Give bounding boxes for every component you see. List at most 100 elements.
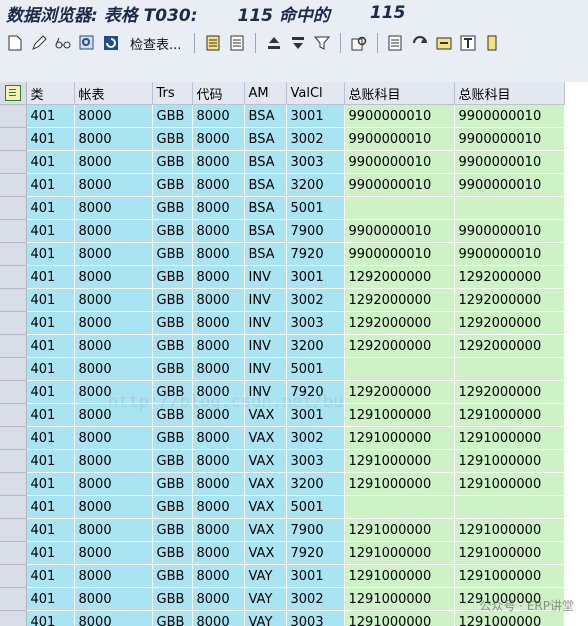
- row-selector[interactable]: [0, 196, 27, 220]
- table-cell[interactable]: GBB: [152, 357, 193, 381]
- table-cell[interactable]: 8000: [74, 288, 153, 312]
- details-icon[interactable]: [204, 34, 222, 52]
- row-selector[interactable]: [0, 564, 27, 588]
- table-cell[interactable]: 9900000010: [454, 242, 565, 266]
- table-cell[interactable]: 1291000000: [454, 518, 565, 542]
- table-cell[interactable]: 401: [26, 610, 75, 626]
- table-cell[interactable]: 401: [26, 196, 75, 220]
- table-cell[interactable]: 401: [26, 495, 75, 519]
- table-cell[interactable]: 1291000000: [344, 403, 455, 427]
- table-cell[interactable]: INV: [244, 311, 287, 335]
- table-cell[interactable]: 401: [26, 311, 75, 335]
- row-selector[interactable]: [0, 495, 27, 519]
- table-cell[interactable]: 1292000000: [454, 288, 565, 312]
- table-cell[interactable]: 8000: [74, 472, 153, 496]
- row-selector[interactable]: [0, 334, 27, 358]
- table-cell[interactable]: 8000: [192, 196, 245, 220]
- table-cell[interactable]: 9900000010: [454, 104, 565, 128]
- table-cell[interactable]: 3200: [286, 334, 345, 358]
- select-all-button[interactable]: [0, 82, 27, 105]
- table-cell[interactable]: 8000: [74, 173, 153, 197]
- table-cell[interactable]: 9900000010: [344, 150, 455, 174]
- table-cell[interactable]: 3001: [286, 564, 345, 588]
- filter-icon[interactable]: [313, 34, 331, 52]
- table-cell[interactable]: 5001: [286, 495, 345, 519]
- table-cell[interactable]: 7920: [286, 541, 345, 565]
- table-cell[interactable]: GBB: [152, 587, 193, 611]
- table-cell[interactable]: GBB: [152, 472, 193, 496]
- table-cell[interactable]: 9900000010: [454, 127, 565, 151]
- table-cell[interactable]: GBB: [152, 196, 193, 220]
- table-cell[interactable]: 3002: [286, 288, 345, 312]
- sort-descending-icon[interactable]: [289, 34, 307, 52]
- table-cell[interactable]: 3001: [286, 403, 345, 427]
- layout-icon[interactable]: [483, 34, 501, 52]
- table-cell[interactable]: 8000: [192, 610, 245, 626]
- column-header[interactable]: Trs: [152, 82, 193, 105]
- table-cell[interactable]: 401: [26, 541, 75, 565]
- table-cell[interactable]: 401: [26, 173, 75, 197]
- table-cell[interactable]: 3003: [286, 311, 345, 335]
- table-cell[interactable]: VAY: [244, 587, 287, 611]
- table-cell[interactable]: 7920: [286, 242, 345, 266]
- table-cell[interactable]: 8000: [192, 449, 245, 473]
- table-cell[interactable]: [344, 357, 455, 381]
- table-cell[interactable]: GBB: [152, 104, 193, 128]
- table-cell[interactable]: GBB: [152, 541, 193, 565]
- table-cell[interactable]: 1292000000: [454, 380, 565, 404]
- table-cell[interactable]: GBB: [152, 449, 193, 473]
- table-cell[interactable]: 8000: [192, 403, 245, 427]
- table-cell[interactable]: 3002: [286, 426, 345, 450]
- table-cell[interactable]: 401: [26, 357, 75, 381]
- table-cell[interactable]: 7920: [286, 380, 345, 404]
- row-selector[interactable]: [0, 242, 27, 266]
- row-selector[interactable]: [0, 173, 27, 197]
- table-cell[interactable]: 1292000000: [344, 311, 455, 335]
- table-cell[interactable]: 401: [26, 219, 75, 243]
- row-selector[interactable]: [0, 587, 27, 611]
- table-cell[interactable]: BSA: [244, 173, 287, 197]
- table-cell[interactable]: VAX: [244, 518, 287, 542]
- row-selector[interactable]: [0, 426, 27, 450]
- table-cell[interactable]: 8000: [192, 380, 245, 404]
- table-cell[interactable]: 7900: [286, 219, 345, 243]
- table-cell[interactable]: 1292000000: [454, 311, 565, 335]
- column-header[interactable]: 类: [26, 82, 75, 105]
- table-cell[interactable]: 3001: [286, 104, 345, 128]
- table-cell[interactable]: 1291000000: [344, 472, 455, 496]
- table-cell[interactable]: 9900000010: [344, 104, 455, 128]
- table-cell[interactable]: 401: [26, 288, 75, 312]
- row-selector[interactable]: [0, 311, 27, 335]
- table-cell[interactable]: 9900000010: [344, 242, 455, 266]
- row-selector[interactable]: [0, 288, 27, 312]
- table-cell[interactable]: 8000: [74, 564, 153, 588]
- table-cell[interactable]: 3001: [286, 265, 345, 289]
- table-cell[interactable]: 401: [26, 564, 75, 588]
- table-cell[interactable]: 3003: [286, 610, 345, 626]
- table-cell[interactable]: 5001: [286, 196, 345, 220]
- table-cell[interactable]: 1292000000: [454, 334, 565, 358]
- row-selector[interactable]: [0, 357, 27, 381]
- table-cell[interactable]: GBB: [152, 265, 193, 289]
- table-cell[interactable]: BSA: [244, 127, 287, 151]
- table-cell[interactable]: 8000: [74, 242, 153, 266]
- table-cell[interactable]: INV: [244, 334, 287, 358]
- table-cell[interactable]: BSA: [244, 219, 287, 243]
- table-cell[interactable]: 1291000000: [344, 518, 455, 542]
- table-cell[interactable]: 5001: [286, 357, 345, 381]
- table-cell[interactable]: 1291000000: [454, 541, 565, 565]
- table-cell[interactable]: 8000: [192, 173, 245, 197]
- table-cell[interactable]: [344, 495, 455, 519]
- glasses-display-icon[interactable]: [54, 34, 72, 52]
- table-cell[interactable]: 1291000000: [454, 564, 565, 588]
- table-cell[interactable]: 9900000010: [344, 219, 455, 243]
- row-selector[interactable]: [0, 449, 27, 473]
- table-cell[interactable]: 401: [26, 518, 75, 542]
- table-cell[interactable]: 8000: [74, 357, 153, 381]
- table-cell[interactable]: 8000: [74, 219, 153, 243]
- table-cell[interactable]: 8000: [192, 104, 245, 128]
- row-selector[interactable]: [0, 104, 27, 128]
- table-cell[interactable]: 401: [26, 334, 75, 358]
- table-cell[interactable]: 1291000000: [344, 449, 455, 473]
- table-cell[interactable]: 8000: [192, 150, 245, 174]
